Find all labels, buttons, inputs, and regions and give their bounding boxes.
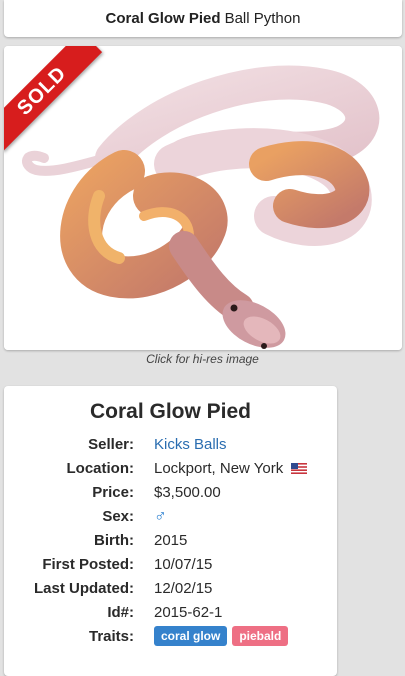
trait-tag-coral-glow[interactable]: coral glow	[154, 626, 228, 646]
sex-row: Sex: ♂	[4, 504, 337, 528]
last-updated-row: Last Updated: 12/02/15	[4, 576, 337, 600]
price-value: $3,500.00	[154, 483, 221, 501]
sex-label: Sex:	[102, 507, 134, 525]
birth-value: 2015	[154, 531, 188, 549]
location-row: Location: Lockport, New York	[4, 456, 337, 480]
snake-photo[interactable]: SOLD	[4, 46, 402, 350]
last-updated-label: Last Updated:	[33, 579, 134, 597]
page-header: Coral Glow Pied Ball Python	[4, 0, 402, 37]
birth-label: Birth:	[94, 531, 134, 549]
page-title-morph: Coral Glow Pied	[105, 10, 221, 27]
birth-row: Birth: 2015	[4, 528, 337, 552]
trait-tag-piebald[interactable]: piebald	[232, 626, 289, 646]
price-label: Price:	[92, 483, 134, 501]
id-label: Id#:	[107, 603, 134, 621]
details-title: Coral Glow Pied	[89, 400, 252, 423]
image-caption-link[interactable]: Click for hi-res image	[0, 352, 405, 366]
first-posted-label: First Posted:	[42, 555, 134, 573]
us-flag-icon	[291, 462, 308, 474]
price-row: Price: $3,500.00	[4, 480, 337, 504]
traits-row: Traits: coral glow piebald	[4, 624, 337, 648]
details-card: Coral Glow Pied Seller: Kicks Balls Loca…	[4, 386, 337, 676]
id-row: Id#: 2015-62-1	[4, 600, 337, 624]
seller-label: Seller:	[88, 435, 134, 453]
traits-label: Traits:	[88, 627, 134, 645]
male-symbol-icon: ♂	[154, 506, 167, 525]
seller-link[interactable]: Kicks Balls	[154, 436, 227, 453]
first-posted-row: First Posted: 10/07/15	[4, 552, 337, 576]
seller-row: Seller: Kicks Balls	[4, 432, 337, 456]
first-posted-value: 10/07/15	[154, 555, 213, 573]
location-label: Location:	[66, 459, 135, 477]
last-updated-value: 12/02/15	[154, 579, 213, 597]
ball-python-image	[4, 46, 402, 350]
page-title-species: Ball Python	[224, 10, 301, 27]
location-value: Lockport, New York	[154, 459, 284, 477]
id-value: 2015-62-1	[154, 603, 223, 621]
